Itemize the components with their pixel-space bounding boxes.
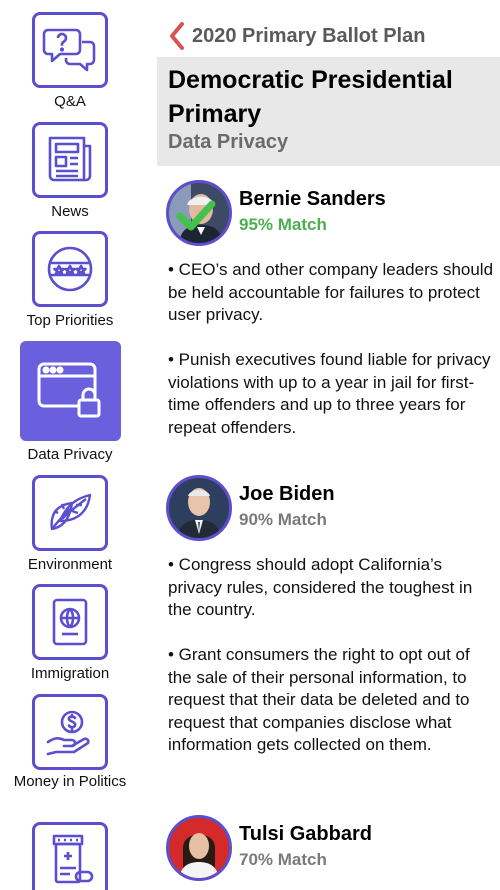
chevron-left-icon <box>170 22 184 50</box>
browser-lock-icon <box>32 351 108 427</box>
newspaper-icon <box>32 122 108 198</box>
candidate-name: Tulsi Gabbard <box>239 823 372 845</box>
page-subtitle: Data Privacy <box>168 131 289 153</box>
medicine-bottle-icon <box>32 822 108 890</box>
candidate-name: Bernie Sanders <box>239 188 386 210</box>
avatar <box>166 815 232 881</box>
hand-coin-icon <box>32 694 108 770</box>
sidebar-item-environment[interactable]: Environment <box>0 475 140 575</box>
back-button[interactable]: 2020 Primary Ballot Plan <box>168 20 425 52</box>
sidebar-item-news[interactable]: News <box>0 122 140 222</box>
sidebar-item-label: Money in Politics <box>13 773 127 790</box>
position-list: • CEO’s and other company leaders should… <box>168 259 498 462</box>
leaves-icon <box>32 475 108 551</box>
match-percent: 70% Match <box>239 850 327 869</box>
sidebar: Q&A News Top Priorities Data Privacy Env… <box>0 0 140 890</box>
page-title-block: Democratic Presidential Primary Data Pri… <box>157 57 500 166</box>
sidebar-item-data-privacy[interactable]: Data Privacy <box>0 341 140 466</box>
page-title: Democratic Presidential Primary <box>168 66 453 128</box>
sidebar-item-label: Q&A <box>54 93 86 110</box>
stars-badge-icon <box>32 231 108 307</box>
position-point: • Grant consumers the right to opt out o… <box>168 645 470 754</box>
match-percent: 90% Match <box>239 510 327 529</box>
sidebar-item-label: Environment <box>27 556 113 573</box>
avatar <box>166 475 232 541</box>
candidate-card[interactable]: Bernie Sanders 95% Match • CEO’s and oth… <box>166 180 496 450</box>
sidebar-item-qa[interactable]: Q&A <box>0 12 140 112</box>
sidebar-item-healthcare[interactable] <box>0 822 140 890</box>
sidebar-item-top-priorities[interactable]: Top Priorities <box>0 231 140 331</box>
sidebar-item-label: Immigration <box>30 665 110 682</box>
candidate-card[interactable]: Joe Biden 90% Match • Congress should ad… <box>166 475 496 795</box>
sidebar-item-label: News <box>51 203 89 220</box>
candidate-card[interactable]: Tulsi Gabbard 70% Match <box>166 815 496 890</box>
position-point: • CEO’s and other company leaders should… <box>168 260 494 324</box>
back-title: 2020 Primary Ballot Plan <box>192 24 426 47</box>
candidate-name: Joe Biden <box>239 483 335 505</box>
passport-icon <box>32 584 108 660</box>
qa-bubbles-icon <box>32 12 108 88</box>
position-point: • Punish executives found liable for pri… <box>168 350 491 437</box>
position-point: • Congress should adopt California’s pri… <box>168 555 473 619</box>
sidebar-item-label: Data Privacy <box>27 446 113 463</box>
sidebar-item-immigration[interactable]: Immigration <box>0 584 140 684</box>
match-percent: 95% Match <box>239 215 327 234</box>
position-list: • Congress should adopt California’s pri… <box>168 554 498 779</box>
sidebar-item-money-in-politics[interactable]: Money in Politics <box>0 694 140 814</box>
check-icon <box>176 200 216 231</box>
sidebar-item-label: Top Priorities <box>26 312 114 329</box>
